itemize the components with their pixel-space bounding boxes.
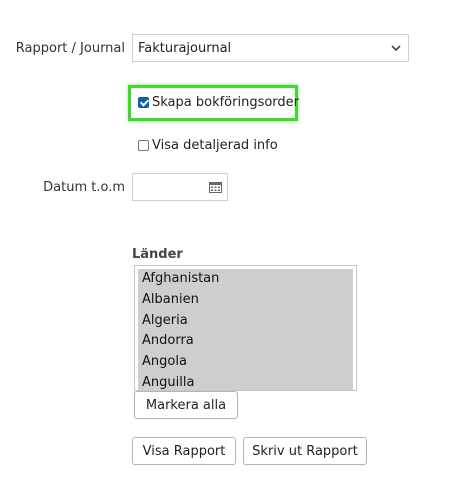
countries-label: Länder: [132, 247, 183, 262]
date-label: Datum t.o.m: [43, 180, 125, 195]
show-details-checkbox[interactable]: [138, 140, 149, 151]
country-option[interactable]: Andorra: [138, 331, 353, 352]
calendar-icon[interactable]: [209, 182, 222, 193]
countries-options: Afghanistan Albanien Algeria Andorra Angola A…: [138, 269, 353, 390]
date-input[interactable]: [132, 173, 228, 201]
country-option[interactable]: Albanien: [138, 290, 353, 311]
create-order-checkbox[interactable]: [138, 97, 149, 108]
chevron-down-icon: [391, 45, 401, 52]
show-details-label: Visa detaljerad info: [152, 138, 278, 153]
report-label: Rapport / Journal: [15, 41, 125, 56]
show-report-button[interactable]: Visa Rapport: [132, 437, 236, 465]
show-details-checkbox-row[interactable]: Visa detaljerad info: [138, 138, 278, 153]
country-option[interactable]: Algeria: [138, 311, 353, 332]
report-select[interactable]: Fakturajournal: [132, 34, 409, 62]
create-order-label: Skapa bokföringsorder: [152, 95, 300, 110]
select-all-button[interactable]: Markera alla: [134, 391, 238, 419]
report-select-value: Fakturajournal: [138, 40, 232, 56]
country-option[interactable]: Angola: [138, 352, 353, 373]
create-order-checkbox-row[interactable]: Skapa bokföringsorder: [138, 95, 299, 110]
report-form: Rapport / Journal Fakturajournal Skapa b…: [0, 0, 461, 499]
countries-listbox[interactable]: Afghanistan Albanien Algeria Andorra Angola A…: [134, 265, 357, 391]
print-report-button[interactable]: Skriv ut Rapport: [243, 437, 367, 465]
country-option[interactable]: Afghanistan: [138, 269, 353, 290]
country-option[interactable]: Anguilla: [138, 373, 353, 390]
